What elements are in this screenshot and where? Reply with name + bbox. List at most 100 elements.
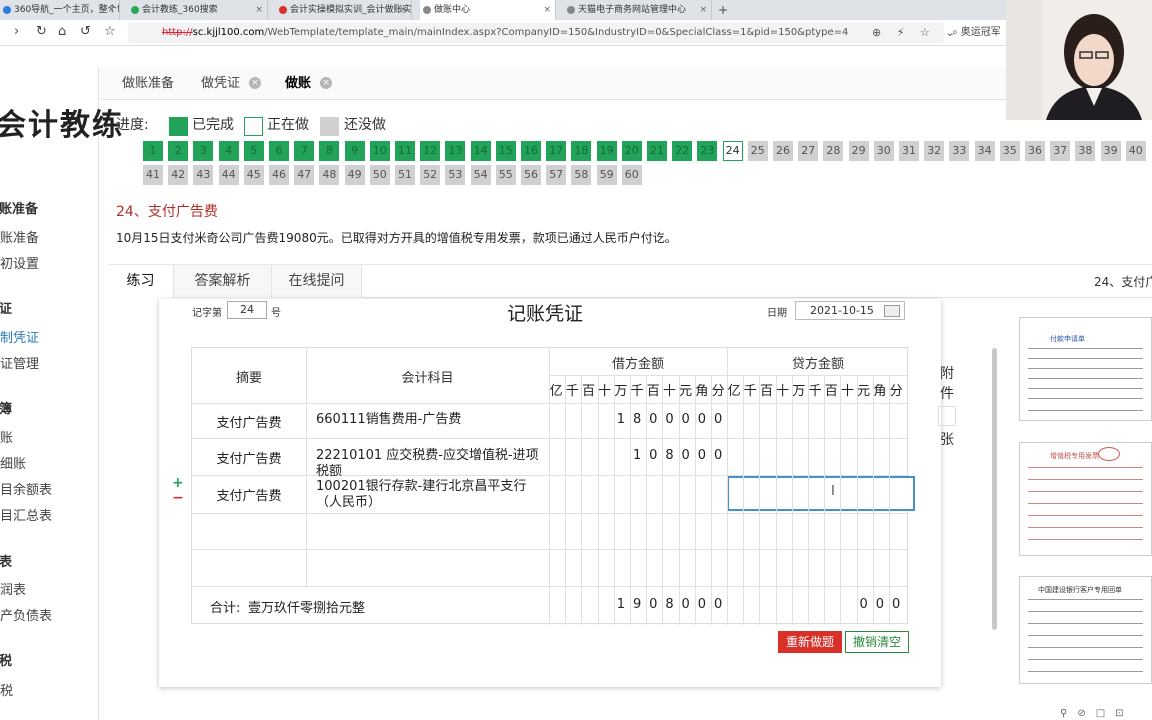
progress-item[interactable]: 19 [596,141,617,161]
progress-item[interactable]: 13 [445,141,466,161]
progress-item[interactable]: 12 [420,141,441,161]
progress-item[interactable]: 26 [773,141,793,161]
progress-item[interactable]: 56 [521,165,541,185]
close-icon[interactable]: × [699,0,707,20]
progress-item[interactable]: 27 [798,141,819,161]
redo-button[interactable]: 重新做题 [778,631,842,653]
undo-icon[interactable]: ↺ [80,24,91,39]
debit-digit[interactable]: 0 [694,448,710,463]
tab-practice[interactable]: 练习 [108,265,174,298]
debit-digit[interactable]: 0 [645,448,661,463]
progress-item[interactable]: 24 [722,141,743,161]
progress-item[interactable]: 5 [243,141,264,161]
document-thumbnail[interactable]: 付款申请单 [1019,317,1152,421]
progress-item[interactable]: 54 [470,165,491,185]
clear-button[interactable]: 撤销清空 [845,631,909,653]
progress-item[interactable]: 51 [395,165,415,185]
sidebar-item[interactable]: 凭证管理 [0,353,39,372]
debit-digit[interactable]: 8 [661,448,677,463]
debit-digit[interactable]: 8 [629,412,645,427]
progress-item[interactable]: 10 [369,141,390,161]
progress-item[interactable]: 35 [999,141,1020,161]
progress-item[interactable]: 32 [924,141,945,161]
debit-digit[interactable]: 0 [661,412,677,427]
debit-digit[interactable]: 0 [678,448,694,463]
calendar-icon[interactable] [884,305,900,317]
browser-tab[interactable]: 做账中心 × [420,0,556,20]
progress-item[interactable]: 40 [1125,141,1146,161]
tab-make-voucher[interactable]: 做凭证 [201,67,240,100]
account-cell[interactable]: 22210101 应交税费-应交增值税-进项税额 [316,448,545,480]
home-icon[interactable]: ⌂ [58,24,66,39]
progress-item[interactable]: 47 [294,165,315,185]
progress-item[interactable]: 21 [647,141,667,161]
progress-item[interactable]: 3 [193,141,214,161]
progress-item[interactable]: 49 [344,165,365,185]
progress-item[interactable]: 33 [949,141,970,161]
progress-item[interactable]: 52 [420,165,441,185]
browser-tab[interactable]: 会计实操模拟实训_会计做账实 × [276,0,412,20]
progress-item[interactable]: 8 [319,141,340,161]
progress-item[interactable]: 53 [445,165,466,185]
progress-item[interactable]: 20 [621,141,642,161]
browser-tab[interactable]: 360导航_一个主页，整个世界× [0,0,120,20]
progress-item[interactable]: 42 [168,165,189,185]
progress-item[interactable]: 18 [571,141,592,161]
progress-item[interactable]: 17 [546,141,567,161]
progress-item[interactable]: 48 [319,165,340,185]
close-icon[interactable]: × [255,0,263,20]
record-number-input[interactable]: 24 [227,301,267,319]
progress-item[interactable]: 7 [294,141,315,161]
progress-item[interactable]: 23 [697,141,718,161]
document-thumbnail[interactable]: 中国建设银行客户专用回单 [1019,576,1152,684]
new-tab-button[interactable]: + [718,0,728,20]
debit-digit[interactable]: 0 [694,412,710,427]
add-row-button[interactable]: + [172,475,184,491]
tab-online-question[interactable]: 在线提问 [272,265,362,298]
close-icon[interactable]: × [320,77,332,89]
forward-icon[interactable]: › [14,24,19,39]
progress-item[interactable]: 2 [168,141,189,161]
close-icon[interactable]: × [107,0,115,20]
sidebar-item[interactable]: 科目汇总表 [0,505,52,524]
sidebar-item[interactable]: 科目余额表 [0,479,52,498]
search-box[interactable]: ⌕ 奥运冠军 [952,23,1012,43]
sidebar-item[interactable]: 资产负债表 [0,605,52,624]
progress-item[interactable]: 31 [899,141,919,161]
progress-item[interactable]: 60 [621,165,642,185]
progress-item[interactable]: 30 [873,141,894,161]
debit-digit[interactable]: 0 [710,448,726,463]
close-icon[interactable]: × [543,0,551,20]
debit-digit[interactable]: 1 [613,412,629,427]
tab-bookkeeping[interactable]: 做账 [285,67,311,100]
close-icon[interactable]: × [249,77,261,89]
account-cell[interactable]: 100201银行存款-建行北京昌平支行（人民币） [316,479,545,511]
progress-item[interactable]: 39 [1100,141,1121,161]
debit-digit[interactable]: 0 [645,412,661,427]
remove-row-button[interactable]: − [172,490,184,506]
status-icons[interactable]: ⚲⊘□⊡ [1060,708,1134,719]
progress-item[interactable]: 45 [243,165,264,185]
close-icon[interactable]: × [399,0,407,20]
progress-item[interactable]: 37 [1050,141,1071,161]
progress-item[interactable]: 50 [369,165,390,185]
progress-item[interactable]: 44 [218,165,239,185]
debit-digit[interactable]: 0 [678,412,694,427]
progress-item[interactable]: 41 [143,165,163,185]
progress-item[interactable]: 29 [848,141,869,161]
progress-item[interactable]: 1 [143,141,163,161]
progress-item[interactable]: 9 [344,141,365,161]
tab-answer-analysis[interactable]: 答案解析 [174,265,272,298]
reload-icon[interactable]: ↻ [36,24,47,39]
progress-item[interactable]: 46 [269,165,289,185]
url-action-icons[interactable]: ⊕ ⚡ ☆ ⌄ [872,23,961,43]
progress-item[interactable]: 14 [470,141,491,161]
sidebar-group-title[interactable]: 凭证 [0,298,12,317]
debit-digit[interactable]: 1 [629,448,645,463]
summary-cell[interactable]: 支付广告费 [192,448,306,467]
progress-item[interactable]: 16 [521,141,541,161]
progress-item[interactable]: 57 [546,165,567,185]
sidebar-item[interactable]: 明细账 [0,453,26,472]
progress-item[interactable]: 34 [974,141,995,161]
browser-tab[interactable]: 会计教练_360搜索 × [128,0,268,20]
